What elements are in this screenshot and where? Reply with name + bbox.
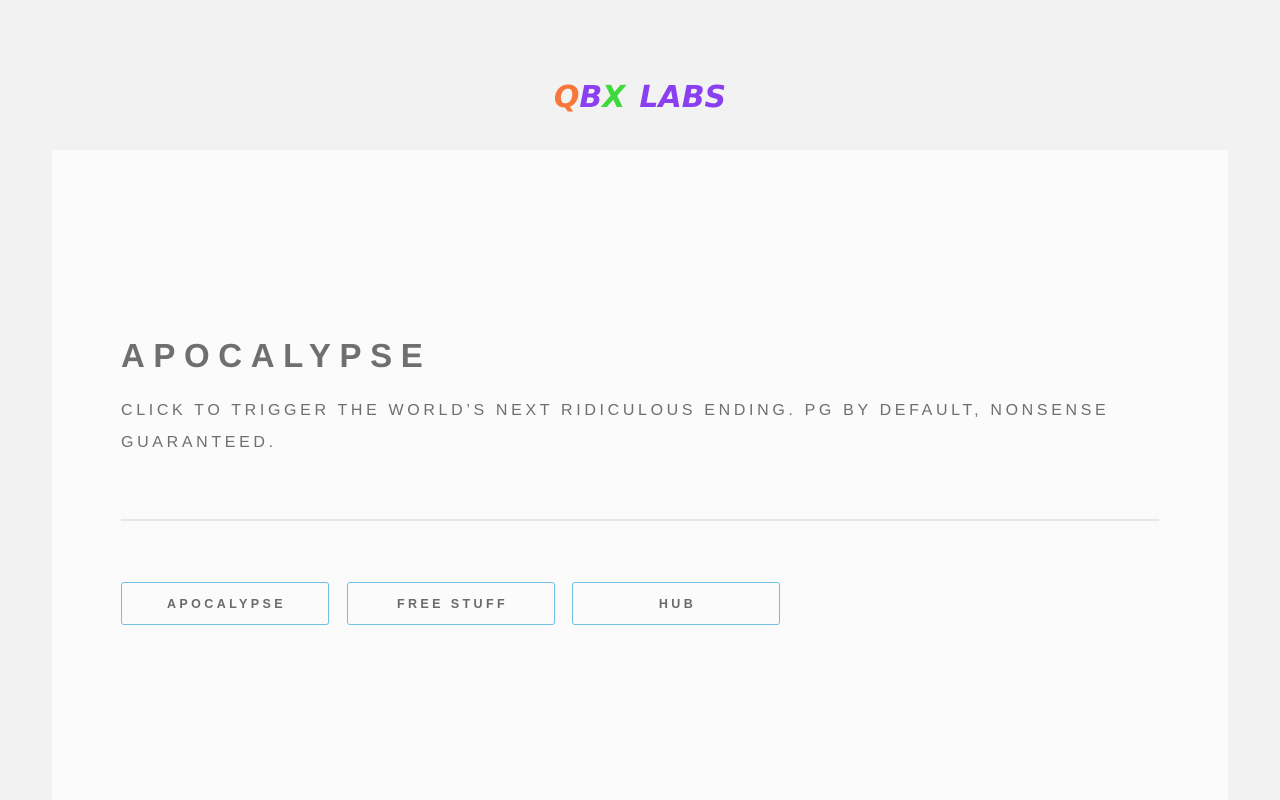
main-card: APOCALYPSE CLICK TO TRIGGER THE WORLD’S …: [52, 150, 1228, 800]
logo-letter-x: X: [602, 80, 626, 115]
logo-letter-q: Q: [553, 80, 580, 115]
free-stuff-button[interactable]: FREE STUFF: [347, 582, 555, 625]
logo-word-labs: LABS: [639, 80, 727, 115]
page-title: APOCALYPSE: [121, 337, 432, 374]
header: Q B X LABS: [0, 80, 1280, 115]
divider: [121, 519, 1159, 521]
page-subtitle: CLICK TO TRIGGER THE WORLD’S NEXT RIDICU…: [121, 402, 1110, 451]
logo-letter-b: B: [579, 80, 603, 115]
hub-button[interactable]: HUB: [572, 582, 780, 625]
apocalypse-button[interactable]: APOCALYPSE: [121, 582, 329, 625]
qbx-labs-logo[interactable]: Q B X LABS: [553, 80, 727, 115]
